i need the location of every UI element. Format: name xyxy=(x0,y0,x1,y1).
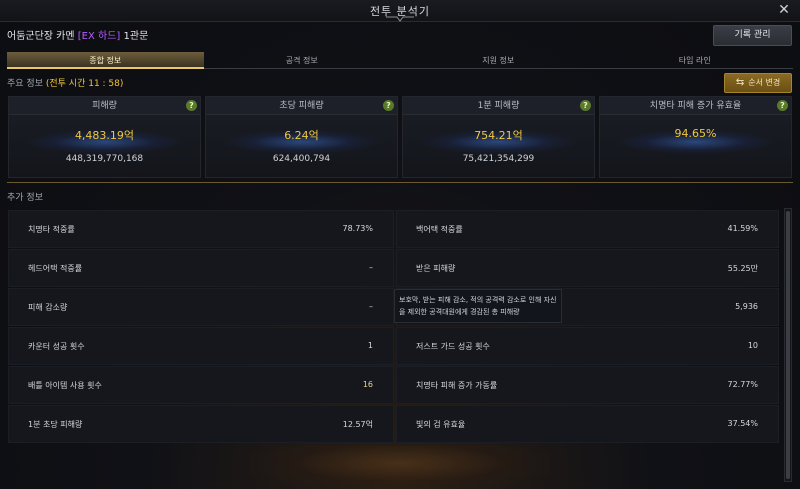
extra-stats-grid: 치명타 적중률 78.73% 백어택 적중률 41.59% 헤드어택 적중률 –… xyxy=(8,210,779,444)
stat-card-minute-damage: 1분 피해량 ? 754.21억 75,421,354,299 xyxy=(402,96,595,178)
stat-card-title: 피해량 xyxy=(9,97,200,115)
stat-value: 5,936 xyxy=(735,302,758,311)
stat-value: 1 xyxy=(367,341,373,350)
stat-card-title: 초당 피해량 xyxy=(206,97,397,115)
order-change-button[interactable]: ⇆ 순서 변경 xyxy=(724,73,792,93)
swap-icon: ⇆ xyxy=(735,77,745,88)
raid-difficulty: [EX 하드] xyxy=(77,31,121,42)
raid-title: 어둠군단장 카멘 [EX 하드] 1관문 xyxy=(7,27,148,42)
stat-row-light-sword: 빛의 검 유효율 37.54% xyxy=(396,405,779,443)
title-ornament-icon xyxy=(386,16,414,22)
stat-row-damage-taken: 받은 피해량 55.25만 xyxy=(396,249,779,287)
tab-overview[interactable]: 종합 정보 xyxy=(7,52,204,69)
stat-row-damage-reduction: 피해 감소량 – xyxy=(8,288,394,326)
stat-value: 10 xyxy=(747,341,758,350)
stat-value: – xyxy=(369,263,373,272)
stat-card-damage: 피해량 ? 4,483.19억 448,319,770,168 xyxy=(8,96,201,178)
background-art xyxy=(250,446,550,489)
help-icon[interactable]: ? xyxy=(580,100,591,111)
raid-name: 어둠군단장 카멘 xyxy=(7,31,75,42)
help-icon[interactable]: ? xyxy=(383,100,394,111)
scrollbar[interactable] xyxy=(784,208,792,482)
stat-value: 37.54% xyxy=(727,419,758,428)
stat-row-crit-rate: 치명타 적중률 78.73% xyxy=(8,210,394,248)
stat-value: 55.25만 xyxy=(727,264,758,273)
stat-label: 1분 초당 피해량 xyxy=(28,420,83,429)
stat-value: 78.73% xyxy=(342,224,373,233)
combat-analyzer-window: 전투 분석기 ✕ 어둠군단장 카멘 [EX 하드] 1관문 기록 관리 종합 정… xyxy=(0,0,800,489)
stat-value: 41.59% xyxy=(727,224,758,233)
tab-attack[interactable]: 공격 정보 xyxy=(203,52,400,69)
stat-value: 12.57억 xyxy=(342,420,373,429)
stat-label: 빛의 검 유효율 xyxy=(416,420,466,429)
summary-cards: 피해량 ? 4,483.19억 448,319,770,168 초당 피해량 ?… xyxy=(8,96,792,178)
stat-row-head-attack: 헤드어택 적중률 – xyxy=(8,249,394,287)
stat-label: 헤드어택 적중률 xyxy=(28,264,83,273)
stat-card-sub: 448,319,770,168 xyxy=(65,154,144,164)
title-bar: 전투 분석기 ✕ xyxy=(0,0,800,22)
stat-card-sub: 624,400,794 xyxy=(272,154,331,164)
stat-row-battle-item: 배틀 아이템 사용 횟수 16 xyxy=(8,366,394,404)
stat-card-sub: 75,421,354,299 xyxy=(462,154,535,164)
stat-value: 72.77% xyxy=(727,380,758,389)
stat-row-just-guard: 저스트 가드 성공 횟수 10 xyxy=(396,327,779,365)
stat-value: – xyxy=(369,302,373,311)
tab-timeline[interactable]: 타임 라인 xyxy=(596,52,793,69)
stat-row-counter: 카운터 성공 횟수 1 xyxy=(8,327,394,365)
summary-section-label: 주요 정보 (전투 시간 11 : 58) xyxy=(7,76,123,89)
extra-section-label: 추가 정보 xyxy=(7,193,43,203)
stat-label: 치명타 적중률 xyxy=(28,225,75,234)
stat-card-dps: 초당 피해량 ? 6.24억 624,400,794 xyxy=(205,96,398,178)
help-icon[interactable]: ? xyxy=(777,100,788,111)
stat-row-minute-dps: 1분 초당 피해량 12.57억 xyxy=(8,405,394,443)
stat-card-value: 6.24억 xyxy=(284,129,319,142)
section-divider xyxy=(7,182,793,183)
stat-label: 피해 감소량 xyxy=(28,303,68,312)
stat-value: 16 xyxy=(362,380,373,389)
stat-row-crit-uptime: 치명타 피해 증가 가동률 72.77% xyxy=(396,366,779,404)
close-button[interactable]: ✕ xyxy=(776,2,792,18)
stat-card-value: 94.65% xyxy=(674,127,717,140)
raid-gate: 1관문 xyxy=(123,31,149,42)
stat-label: 저스트 가드 성공 횟수 xyxy=(416,342,490,351)
tab-support[interactable]: 지원 정보 xyxy=(400,52,597,69)
scroll-thumb[interactable] xyxy=(786,211,790,479)
stat-label: 받은 피해량 xyxy=(416,264,456,273)
stat-label: 카운터 성공 횟수 xyxy=(28,342,85,351)
stat-label: 치명타 피해 증가 가동률 xyxy=(416,381,498,390)
summary-label: 주요 정보 xyxy=(7,79,43,89)
stat-card-crit-efficiency: 치명타 피해 증가 유효율 ? 94.65% xyxy=(599,96,792,178)
order-change-label: 순서 변경 xyxy=(748,78,781,87)
stat-card-title: 1분 피해량 xyxy=(403,97,594,115)
stat-row-back-attack: 백어택 적중률 41.59% xyxy=(396,210,779,248)
stat-label: 배틀 아이템 사용 횟수 xyxy=(28,381,102,390)
record-manage-button[interactable]: 기록 관리 xyxy=(713,25,792,46)
reduced-damage-tooltip: 보호막, 받는 피해 감소, 적의 공격력 감소로 인해 자신을 제외한 공격대… xyxy=(394,289,562,323)
stat-label: 백어택 적중률 xyxy=(416,225,463,234)
tab-bar: 종합 정보 공격 정보 지원 정보 타임 라인 xyxy=(7,52,793,69)
stat-card-value: 4,483.19억 xyxy=(74,129,135,142)
stat-card-title: 치명타 피해 증가 유효율 xyxy=(600,97,791,115)
combat-time: (전투 시간 11 : 58) xyxy=(45,79,124,89)
stat-card-value: 754.21억 xyxy=(474,129,523,142)
help-icon[interactable]: ? xyxy=(186,100,197,111)
